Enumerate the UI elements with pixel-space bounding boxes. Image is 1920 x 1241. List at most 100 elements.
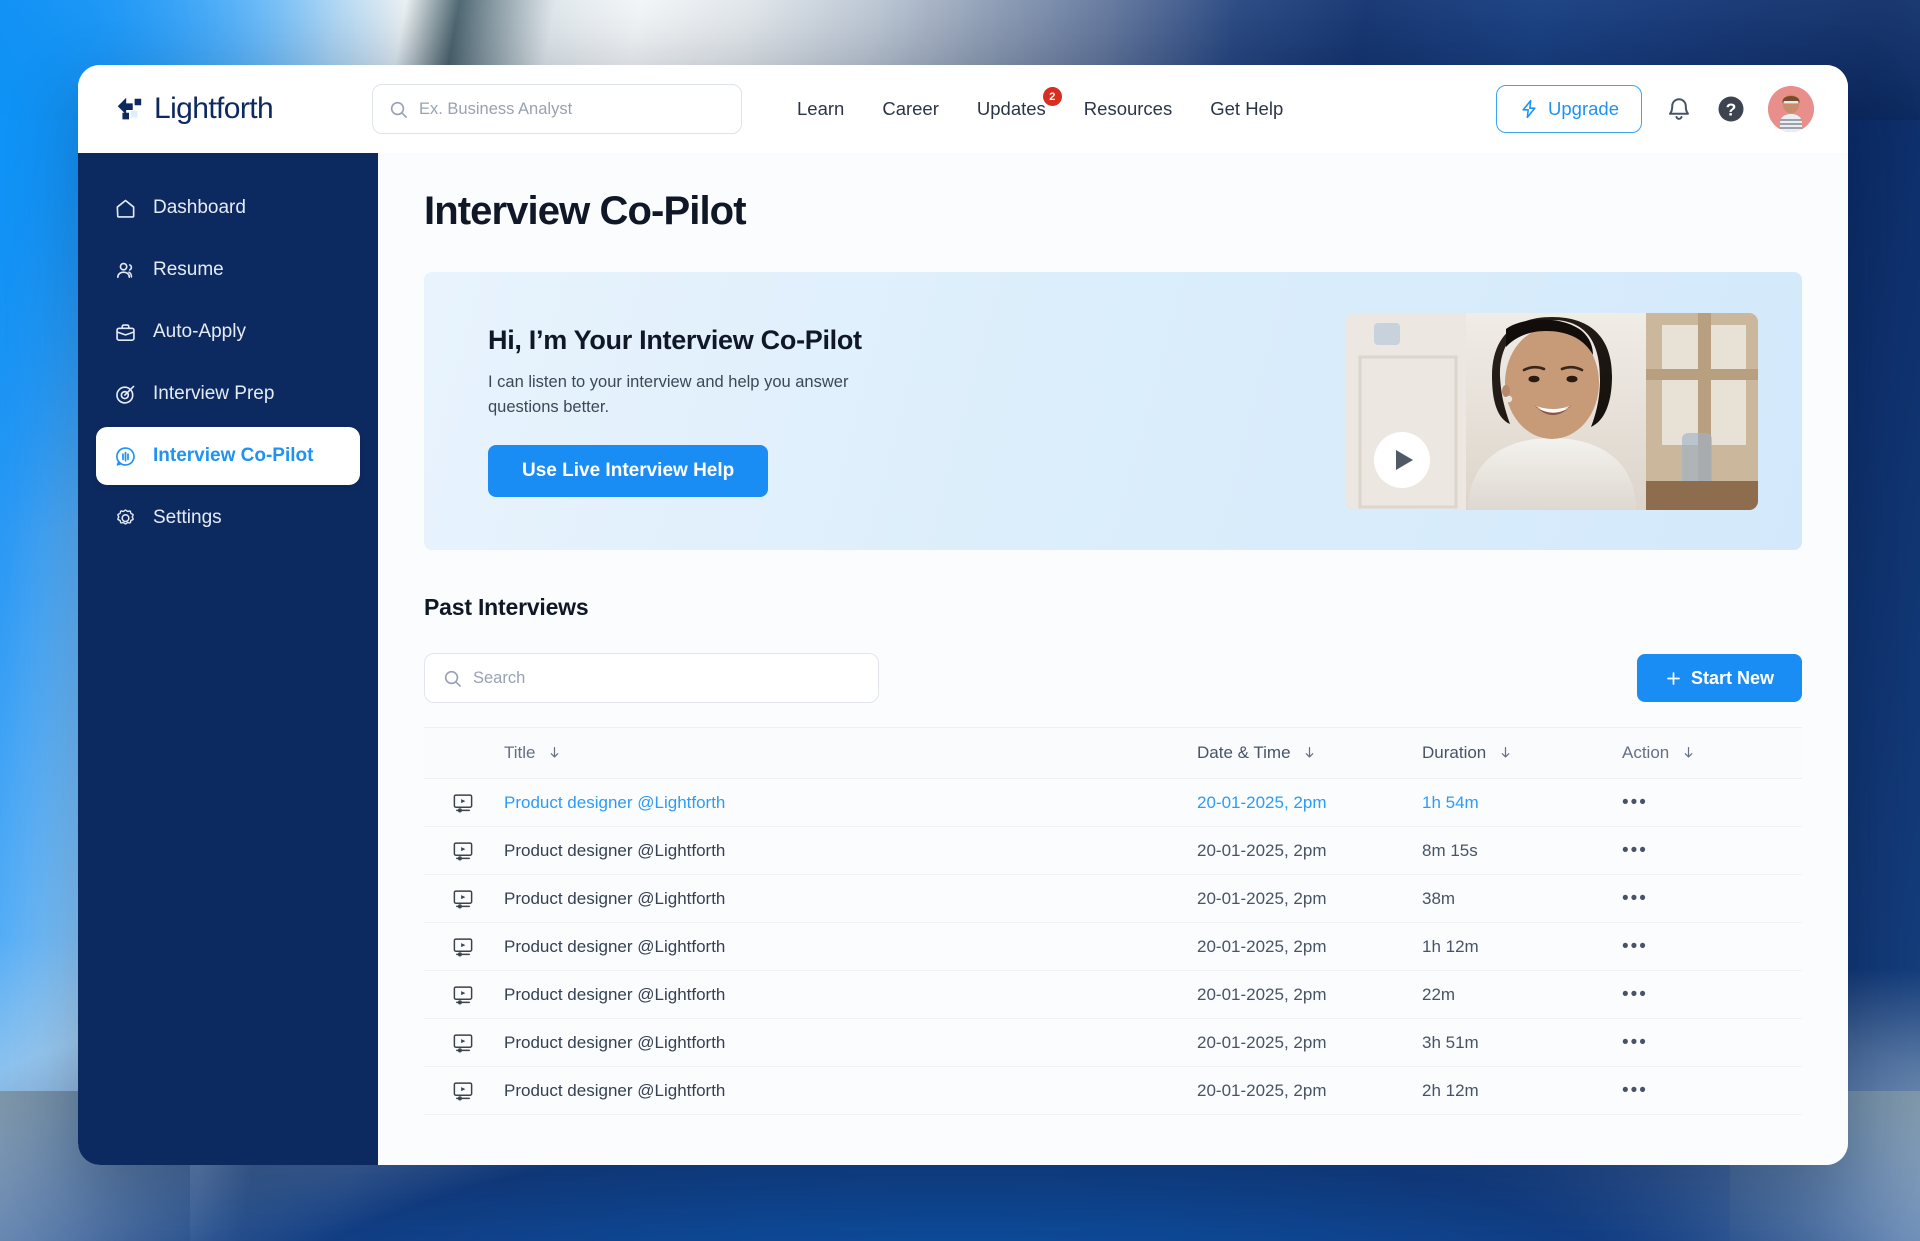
row-duration: 38m (1422, 888, 1456, 908)
past-interviews-section: Past Interviews Sta (424, 594, 1802, 1115)
interviews-search-input[interactable] (473, 668, 860, 688)
row-title[interactable]: Product designer @Lightforth (504, 1033, 1197, 1053)
upgrade-label: Upgrade (1548, 98, 1619, 119)
column-header-datetime[interactable]: Date & Time (1197, 743, 1422, 763)
sidebar-item-label: Dashboard (153, 197, 246, 218)
column-label: Title (504, 743, 536, 762)
sidebar-item-dashboard[interactable]: Dashboard (96, 179, 360, 237)
gear-icon (117, 508, 134, 525)
avatar[interactable] (1768, 86, 1814, 132)
svg-text:?: ? (1726, 99, 1737, 119)
table-row[interactable]: Product designer @Lightforth 20-01-2025,… (424, 779, 1802, 827)
hero-video-thumbnail[interactable] (1346, 312, 1758, 510)
sidebar-item-interview-co-pilot[interactable]: Interview Co-Pilot (96, 427, 360, 485)
hero-subtitle: I can listen to your interview and help … (488, 372, 849, 416)
start-new-label: Start New (1690, 667, 1774, 688)
user-avatar-image (1768, 86, 1814, 132)
question-circle-icon[interactable]: ? (1716, 94, 1746, 124)
video-recording-icon (453, 937, 473, 956)
sidebar-item-resume[interactable]: Resume (96, 241, 360, 299)
more-options-icon[interactable]: ••• (1622, 888, 1648, 909)
row-action-cell[interactable]: ••• (1622, 1081, 1802, 1101)
column-label: Duration (1422, 743, 1487, 762)
column-label: Action (1622, 743, 1670, 762)
sidebar-item-interview-prep[interactable]: Interview Prep (96, 365, 360, 423)
play-icon[interactable] (1374, 431, 1430, 488)
row-title[interactable]: Product designer @Lightforth (504, 793, 1197, 813)
row-duration: 2h 12m (1422, 1080, 1479, 1100)
column-header-action[interactable]: Action (1622, 743, 1802, 763)
interviews-search-field[interactable] (424, 653, 879, 703)
row-title[interactable]: Product designer @Lightforth (504, 985, 1197, 1005)
nav-item-career[interactable]: Career (882, 98, 939, 120)
row-action-cell[interactable]: ••• (1622, 1033, 1802, 1053)
top-bar: Lightforth Learn Career Updates 2 Resour… (78, 65, 1848, 153)
users-icon (117, 262, 133, 278)
row-video-icon-cell (424, 984, 504, 1006)
main-navigation: Learn Career Updates 2 Resources Get Hel… (797, 87, 1283, 120)
table-row[interactable]: Product designer @Lightforth 20-01-2025,… (424, 875, 1802, 923)
more-options-icon[interactable]: ••• (1622, 984, 1648, 1005)
plus-icon (1667, 671, 1680, 685)
row-duration: 1h 54m (1422, 792, 1479, 812)
past-interviews-table: Title Date & Time Duration Action Produc… (424, 727, 1802, 1115)
row-video-icon-cell (424, 1032, 504, 1054)
more-options-icon[interactable]: ••• (1622, 936, 1648, 957)
sidebar-item-settings[interactable]: Settings (96, 489, 360, 547)
row-datetime: 20-01-2025, 2pm (1197, 1080, 1327, 1100)
row-action-cell[interactable]: ••• (1622, 841, 1802, 861)
start-new-button[interactable]: Start New (1636, 654, 1802, 702)
table-row[interactable]: Product designer @Lightforth 20-01-2025,… (424, 923, 1802, 971)
row-action-cell[interactable]: ••• (1622, 937, 1802, 957)
search-input[interactable] (419, 99, 725, 119)
sidebar-item-auto-apply[interactable]: Auto-Apply (96, 303, 360, 361)
nav-item-updates[interactable]: Updates 2 (976, 87, 1062, 120)
row-datetime: 20-01-2025, 2pm (1197, 840, 1327, 860)
arrow-down-icon (1684, 747, 1693, 758)
more-options-icon[interactable]: ••• (1622, 1080, 1648, 1101)
brand-logo[interactable]: Lightforth (114, 92, 364, 126)
row-duration: 1h 12m (1422, 936, 1479, 956)
row-title[interactable]: Product designer @Lightforth (504, 889, 1197, 909)
table-row[interactable]: Product designer @Lightforth 20-01-2025,… (424, 971, 1802, 1019)
use-live-interview-help-button[interactable]: Use Live Interview Help (488, 445, 769, 498)
column-header-title[interactable]: Title (504, 743, 1197, 763)
search-icon (390, 101, 407, 118)
row-video-icon-cell (424, 888, 504, 910)
app-window: Lightforth Learn Career Updates 2 Resour… (78, 65, 1848, 1165)
nav-label: Updates (976, 98, 1046, 119)
table-row[interactable]: Product designer @Lightforth 20-01-2025,… (424, 1019, 1802, 1067)
nav-item-get-help[interactable]: Get Help (1210, 98, 1283, 120)
row-duration: 3h 51m (1422, 1032, 1479, 1052)
row-title[interactable]: Product designer @Lightforth (504, 937, 1197, 957)
row-action-cell[interactable]: ••• (1622, 889, 1802, 909)
nav-item-resources[interactable]: Resources (1084, 98, 1172, 120)
row-action-cell[interactable]: ••• (1622, 985, 1802, 1005)
upgrade-button[interactable]: Upgrade (1496, 85, 1642, 133)
nav-label: Get Help (1210, 98, 1284, 119)
past-interviews-title: Past Interviews (424, 594, 589, 620)
row-video-icon-cell (424, 840, 504, 862)
row-action-cell[interactable]: ••• (1622, 793, 1802, 813)
sidebar-item-label: Resume (153, 259, 224, 280)
bell-icon[interactable] (1664, 94, 1694, 124)
table-row[interactable]: Product designer @Lightforth 20-01-2025,… (424, 1067, 1802, 1115)
main-content: Interview Co-Pilot Hi, I’m Your Intervie… (378, 153, 1848, 1165)
row-title[interactable]: Product designer @Lightforth (504, 1081, 1197, 1101)
nav-item-learn[interactable]: Learn (797, 98, 844, 120)
table-row[interactable]: Product designer @Lightforth 20-01-2025,… (424, 827, 1802, 875)
global-search-field[interactable] (372, 84, 742, 134)
nav-label: Resources (1083, 98, 1173, 119)
copilot-icon (116, 446, 135, 466)
column-header-duration[interactable]: Duration (1422, 743, 1622, 763)
row-video-icon-cell (424, 1080, 504, 1102)
more-options-icon[interactable]: ••• (1622, 1032, 1648, 1053)
hero-title: Hi, I’m Your Interview Co-Pilot (488, 324, 862, 355)
more-options-icon[interactable]: ••• (1622, 840, 1648, 861)
nav-label: Career (882, 98, 939, 119)
more-options-icon[interactable]: ••• (1622, 792, 1648, 813)
search-icon (444, 670, 461, 687)
sidebar-item-label: Auto-Apply (153, 321, 246, 342)
row-title[interactable]: Product designer @Lightforth (504, 841, 1197, 861)
video-recording-icon (453, 1081, 473, 1100)
